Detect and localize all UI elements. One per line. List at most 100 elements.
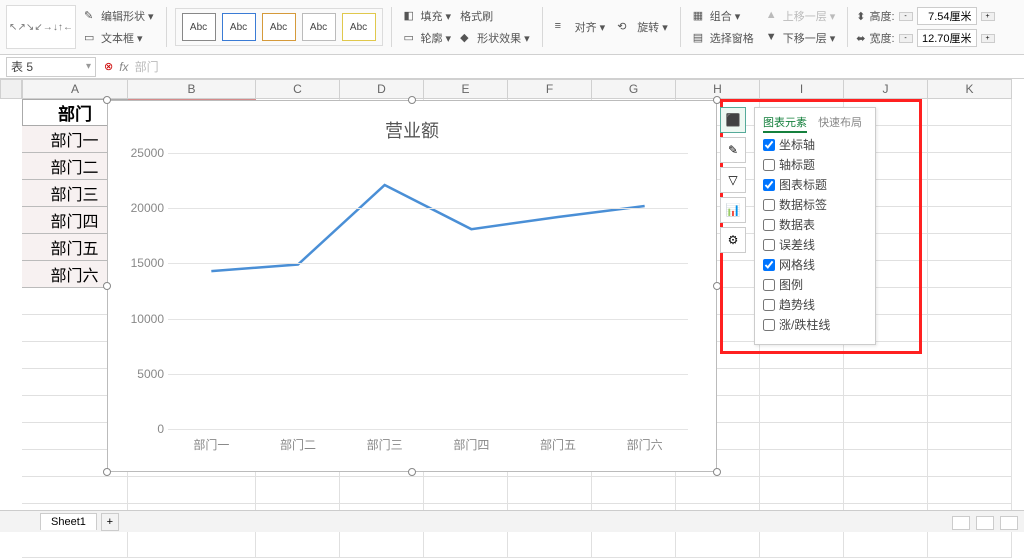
checkbox[interactable]	[763, 159, 775, 171]
resize-handle[interactable]	[103, 282, 111, 290]
y-tick: 10000	[124, 312, 164, 326]
down-layer-button[interactable]: ▼下移一层▾	[762, 29, 840, 47]
x-tick: 部门三	[355, 436, 415, 453]
sheet-tab-bar: Sheet1 +	[0, 510, 1024, 532]
view-normal-icon[interactable]	[952, 516, 970, 530]
resize-handle[interactable]	[103, 96, 111, 104]
settings-icon[interactable]: ⚙	[720, 227, 746, 253]
shapes-gallery[interactable]: ↖↗↘↙→↓↑←	[6, 5, 76, 49]
up-layer-button[interactable]: ▲上移一层▾	[762, 7, 840, 25]
check-误差线[interactable]: 误差线	[763, 236, 867, 253]
check-图表标题[interactable]: 图表标题	[763, 176, 867, 193]
name-box[interactable]: 表 5▾	[6, 57, 96, 77]
checkbox[interactable]	[763, 299, 775, 311]
select-all-corner[interactable]	[0, 79, 22, 99]
checkbox[interactable]	[763, 199, 775, 211]
height-input[interactable]	[917, 7, 977, 25]
chart-elements-card: 图表元素 快速布局 坐标轴轴标题图表标题数据标签数据表误差线网格线图例趋势线涨/…	[754, 107, 876, 345]
formula-content[interactable]: 部门	[135, 58, 159, 75]
col-header-A[interactable]: A	[22, 79, 128, 99]
col-header-E[interactable]: E	[424, 79, 508, 99]
resize-handle[interactable]	[408, 96, 416, 104]
outline-button[interactable]: ▭轮廓▾ ◆形状效果▾	[400, 29, 534, 47]
sheet-tab-active[interactable]: Sheet1	[40, 513, 97, 530]
x-tick: 部门四	[441, 436, 501, 453]
height-dec[interactable]: -	[899, 12, 913, 21]
resize-handle[interactable]	[103, 468, 111, 476]
embedded-chart[interactable]: 营业额 0500010000150002000025000部门一部门二部门三部门…	[107, 100, 717, 472]
check-数据标签[interactable]: 数据标签	[763, 196, 867, 213]
view-page-icon[interactable]	[976, 516, 994, 530]
height-inc[interactable]: +	[981, 12, 995, 21]
resize-handle[interactable]	[713, 96, 721, 104]
checkbox[interactable]	[763, 279, 775, 291]
col-header-J[interactable]: J	[844, 79, 928, 99]
chart-title[interactable]: 营业额	[116, 117, 708, 143]
style-preset-1[interactable]: Abc	[182, 13, 216, 41]
select-pane-button[interactable]: ▤选择窗格	[689, 29, 758, 47]
check-涨/跌柱线[interactable]: 涨/跌柱线	[763, 316, 867, 333]
col-header-G[interactable]: G	[592, 79, 676, 99]
check-坐标轴[interactable]: 坐标轴	[763, 136, 867, 153]
width-inc[interactable]: +	[981, 34, 995, 43]
text-box-label: 文本框	[101, 30, 134, 46]
fill-button[interactable]: ◧填充▾ 格式刷	[400, 7, 534, 25]
y-tick: 0	[124, 422, 164, 436]
checkbox[interactable]	[763, 239, 775, 251]
check-网格线[interactable]: 网格线	[763, 256, 867, 273]
chart-plot-area[interactable]: 0500010000150002000025000部门一部门二部门三部门四部门五…	[168, 153, 688, 429]
cancel-icon[interactable]: ⊗	[104, 60, 113, 73]
y-tick: 5000	[124, 367, 164, 381]
shape-style-gallery[interactable]: Abc Abc Abc Abc Abc	[175, 8, 383, 46]
x-tick: 部门六	[615, 436, 675, 453]
view-break-icon[interactable]	[1000, 516, 1018, 530]
spreadsheet-grid[interactable]: ABCDEFGHIJK 部门营业额部门一部门二部门三部门四部门五部门六 营业额 …	[0, 79, 1024, 510]
checkbox[interactable]	[763, 319, 775, 331]
style-preset-2[interactable]: Abc	[222, 13, 256, 41]
style-preset-3[interactable]: Abc	[262, 13, 296, 41]
formula-bar: 表 5▾ ⊗ fx 部门	[0, 55, 1024, 79]
rotate-button[interactable]: ⟲旋转▾	[613, 18, 672, 36]
col-header-F[interactable]: F	[508, 79, 592, 99]
resize-handle[interactable]	[408, 468, 416, 476]
width-input[interactable]	[917, 29, 977, 47]
col-header-B[interactable]: B	[128, 79, 256, 99]
check-数据表[interactable]: 数据表	[763, 216, 867, 233]
resize-handle[interactable]	[713, 282, 721, 290]
style-preset-5[interactable]: Abc	[342, 13, 376, 41]
style-preset-4[interactable]: Abc	[302, 13, 336, 41]
chart-type-icon[interactable]: 📊	[720, 197, 746, 223]
ribbon-toolbar: ↖↗↘↙→↓↑← ✎编辑形状▾ ▭文本框▾ Abc Abc Abc Abc Ab…	[0, 0, 1024, 55]
checkbox[interactable]	[763, 179, 775, 191]
check-图例[interactable]: 图例	[763, 276, 867, 293]
width-dec[interactable]: -	[899, 34, 913, 43]
col-header-C[interactable]: C	[256, 79, 340, 99]
resize-handle[interactable]	[713, 468, 721, 476]
y-tick: 25000	[124, 146, 164, 160]
x-tick: 部门五	[528, 436, 588, 453]
align-button[interactable]: ≡对齐▾	[551, 18, 610, 36]
tab-quick-layout[interactable]: 快速布局	[818, 117, 862, 129]
group-button[interactable]: ▦组合▾	[689, 7, 758, 25]
y-tick: 15000	[124, 256, 164, 270]
fx-icon[interactable]: fx	[119, 60, 128, 74]
chart-elements-icon[interactable]: ⬛	[720, 107, 746, 133]
col-header-I[interactable]: I	[760, 79, 844, 99]
style-icon[interactable]: ✎	[720, 137, 746, 163]
add-sheet-button[interactable]: +	[101, 513, 119, 531]
y-tick: 20000	[124, 201, 164, 215]
checkbox[interactable]	[763, 139, 775, 151]
checkbox[interactable]	[763, 259, 775, 271]
filter-icon[interactable]: ▽	[720, 167, 746, 193]
tab-chart-elements[interactable]: 图表元素	[763, 117, 807, 133]
col-header-K[interactable]: K	[928, 79, 1012, 99]
chart-line	[168, 153, 688, 429]
edit-shape-label: 编辑形状	[101, 8, 145, 24]
edit-shape-button[interactable]: ✎编辑形状▾	[80, 7, 158, 25]
check-趋势线[interactable]: 趋势线	[763, 296, 867, 313]
check-轴标题[interactable]: 轴标题	[763, 156, 867, 173]
height-label: 高度:	[869, 8, 894, 24]
x-tick: 部门一	[181, 436, 241, 453]
checkbox[interactable]	[763, 219, 775, 231]
text-box-button[interactable]: ▭文本框▾	[80, 29, 158, 47]
